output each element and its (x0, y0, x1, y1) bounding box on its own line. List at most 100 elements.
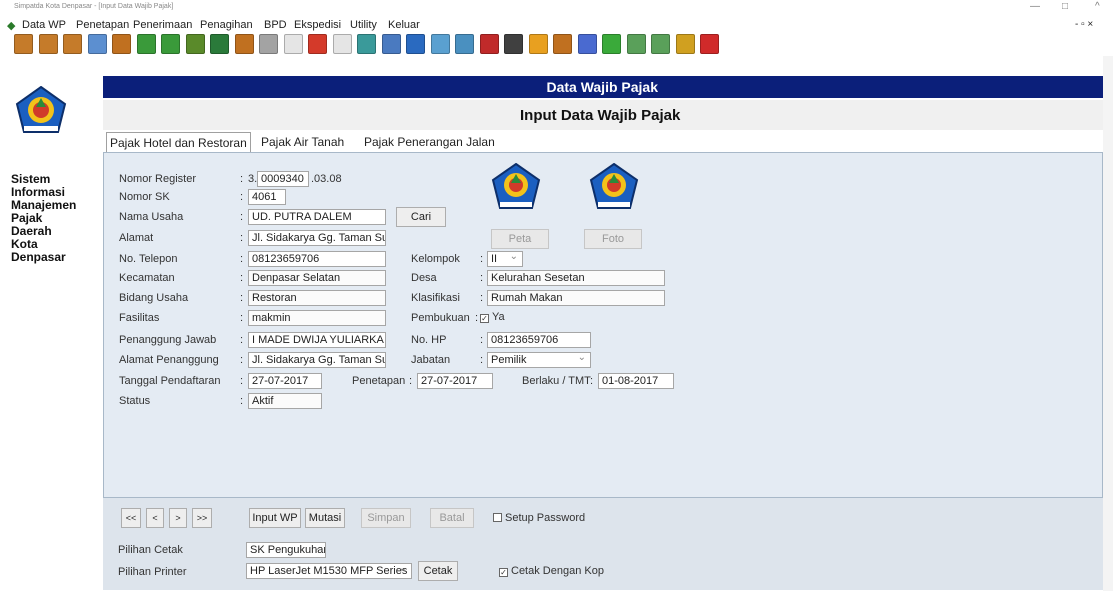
register-icon[interactable] (136, 34, 156, 54)
alamat-input[interactable]: Jl. Sidakarya Gg. Taman Su (248, 230, 386, 246)
checkbox-checked-icon: ✓ (480, 314, 489, 323)
plugin-icon[interactable] (528, 34, 548, 54)
users-icon[interactable] (63, 34, 82, 54)
app-menu-icon[interactable]: ◆ (7, 19, 15, 32)
module-header: Data Wajib Pajak (103, 76, 1103, 98)
form-panel: Nomor Register : 3. 0009340 .03.08 Nomor… (103, 152, 1103, 498)
bidang-usaha-input[interactable]: Restoran (248, 290, 386, 306)
mdi-window-controls[interactable]: - ▫ × (1075, 19, 1093, 30)
folder-icon[interactable] (626, 34, 646, 54)
report-icon[interactable] (651, 34, 670, 54)
book-icon[interactable] (504, 34, 523, 54)
tanggal-pendaftaran-input[interactable]: 27-07-2017 (248, 373, 322, 389)
no-hp-input[interactable]: 08123659706 (487, 332, 591, 348)
menu-data-wp[interactable]: Data WP (22, 19, 66, 31)
lock-icon[interactable] (675, 34, 695, 54)
foto-button[interactable]: Foto (584, 229, 642, 249)
menu-penerimaan[interactable]: Penerimaan (133, 19, 192, 31)
cetak-button[interactable]: Cetak (418, 561, 458, 581)
kecamatan-label: Kecamatan (119, 272, 175, 284)
fasilitas-input[interactable]: makmin (248, 310, 386, 326)
alamat-penanggung-input[interactable]: Jl. Sidakarya Gg. Taman Su (248, 352, 386, 368)
kecamatan-input[interactable]: Denpasar Selatan (248, 270, 386, 286)
vertical-scrollbar[interactable] (1103, 56, 1113, 591)
menu-bar: ◆ Data WP Penetapan Penerimaan Penagihan… (0, 16, 1113, 34)
alert-icon[interactable] (308, 34, 327, 54)
menu-utility[interactable]: Utility (350, 19, 377, 31)
download-icon[interactable] (602, 34, 621, 54)
chart-icon[interactable] (406, 34, 425, 54)
minimize-button[interactable]: — (1030, 1, 1040, 12)
pilihan-printer-label: Pilihan Printer (118, 566, 187, 578)
no-telepon-input[interactable]: 08123659706 (248, 251, 386, 267)
tab-pajak-air-tanah[interactable]: Pajak Air Tanah (258, 132, 348, 152)
tab-pajak-penerangan-jalan[interactable]: Pajak Penerangan Jalan (361, 132, 498, 152)
tab-pajak-hotel-restoran[interactable]: Pajak Hotel dan Restoran (106, 132, 251, 154)
save-icon[interactable] (381, 34, 401, 54)
berlaku-tmt-input[interactable]: 01-08-2017 (598, 373, 674, 389)
settings-icon[interactable] (430, 34, 450, 54)
menu-penetapan[interactable]: Penetapan (76, 19, 129, 31)
cari-button[interactable]: Cari (396, 207, 446, 227)
kelompok-select[interactable]: II (487, 251, 523, 267)
folder-icon[interactable] (87, 34, 107, 54)
jabatan-select[interactable]: Pemilik (487, 352, 591, 368)
penetapan-input[interactable]: 27-07-2017 (417, 373, 493, 389)
document-icon[interactable] (283, 34, 303, 54)
batal-button[interactable]: Batal (430, 508, 474, 528)
first-record-button[interactable]: << (121, 508, 141, 528)
document-icon[interactable] (332, 34, 352, 54)
input-wp-button[interactable]: Input WP (249, 508, 301, 528)
cetak-dengan-kop-checkbox[interactable]: ✓ Cetak Dengan Kop (499, 565, 604, 577)
menu-ekspedisi[interactable]: Ekspedisi (294, 19, 341, 31)
pembukuan-checkbox[interactable]: ✓ Ya (480, 311, 505, 323)
desa-label: Desa (411, 272, 437, 284)
klasifikasi-label: Klasifikasi (411, 292, 460, 304)
setup-password-checkbox[interactable]: Setup Password (493, 512, 585, 524)
next-record-button[interactable]: > (169, 508, 187, 528)
close-button[interactable]: ^ (1095, 1, 1100, 12)
pilihan-printer-select[interactable]: HP LaserJet M1530 MFP Series F (246, 563, 412, 579)
person-icon[interactable] (553, 34, 572, 54)
penanggung-jawab-input[interactable]: I MADE DWIJA YULIARKA (248, 332, 386, 348)
menu-bpd[interactable]: BPD (264, 19, 287, 31)
mutasi-button[interactable]: Mutasi (305, 508, 345, 528)
settings-icon[interactable] (455, 34, 474, 54)
kelompok-label: Kelompok (411, 253, 460, 265)
users-icon[interactable] (14, 34, 33, 54)
menu-penagihan[interactable]: Penagihan (200, 19, 253, 31)
nama-usaha-input[interactable]: UD. PUTRA DALEM (248, 209, 386, 225)
page-title: Input Data Wajib Pajak (520, 107, 681, 124)
person-icon[interactable] (112, 34, 131, 54)
menu-keluar[interactable]: Keluar (388, 19, 420, 31)
pilihan-cetak-select[interactable]: SK Pengukuhan (246, 542, 326, 558)
peta-emblem-image (491, 163, 541, 209)
window-titlebar: Simpatda Kota Denpasar - [Input Data Waj… (0, 0, 1113, 16)
maximize-button[interactable]: □ (1062, 1, 1068, 12)
bidang-usaha-label: Bidang Usaha (119, 292, 189, 304)
prev-record-button[interactable]: < (146, 508, 164, 528)
form-header: Input Data Wajib Pajak (103, 100, 1103, 130)
nomor-register-prefix: 3. (248, 173, 258, 185)
exit-icon[interactable] (700, 34, 719, 54)
table-icon[interactable] (357, 34, 376, 54)
nomor-register-input[interactable]: 0009340 (257, 171, 309, 187)
peta-button[interactable]: Peta (491, 229, 549, 249)
notepad-icon[interactable] (259, 34, 278, 54)
foto-emblem-image (589, 163, 639, 209)
users-icon[interactable] (38, 34, 58, 54)
book-icon[interactable] (185, 34, 205, 54)
klasifikasi-input[interactable]: Rumah Makan (487, 290, 665, 306)
monitor-icon[interactable] (161, 34, 180, 54)
person-icon[interactable] (234, 34, 254, 54)
database-icon[interactable] (479, 34, 499, 54)
nomor-sk-input[interactable]: 4061 (248, 189, 286, 205)
denpasar-emblem-logo (15, 86, 67, 133)
book-icon[interactable] (210, 34, 229, 54)
desa-input[interactable]: Kelurahan Sesetan (487, 270, 665, 286)
last-record-button[interactable]: >> (192, 508, 212, 528)
sidebar: Sistem Informasi Manajemen Pajak Daerah … (0, 76, 103, 591)
status-input[interactable]: Aktif (248, 393, 322, 409)
globe-icon[interactable] (577, 34, 597, 54)
simpan-button[interactable]: Simpan (361, 508, 411, 528)
